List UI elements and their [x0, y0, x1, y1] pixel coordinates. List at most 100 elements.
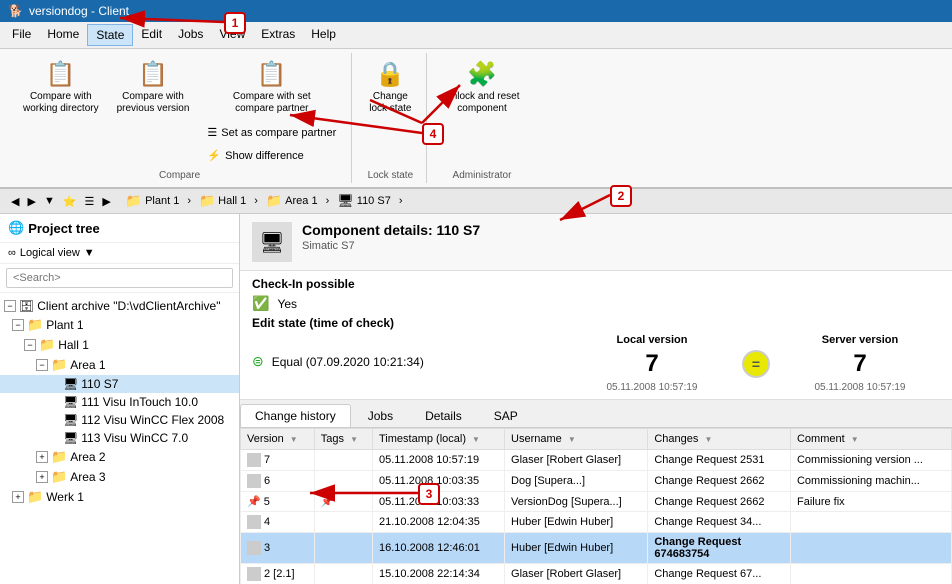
sidebar-item-area1[interactable]: − 📁 Area 1: [0, 355, 239, 375]
cell-tags: 📌: [314, 492, 372, 512]
breadcrumb-plant1-label: Plant 1: [145, 195, 179, 207]
hall1-label: Hall 1: [58, 338, 89, 352]
nav-right[interactable]: ▶: [99, 194, 113, 209]
expand-werk1[interactable]: +: [12, 491, 24, 503]
cell-version: 4: [241, 512, 315, 533]
tab-sap[interactable]: SAP: [479, 404, 533, 427]
component-icon-sidebar-112visu: 🖥: [63, 413, 78, 427]
sidebar-item-plant1[interactable]: − 📁 Plant 1: [0, 315, 239, 335]
compare-previous-icon: 📋: [138, 60, 168, 89]
breadcrumb-end: ›: [399, 195, 403, 207]
sort-tags[interactable]: ▼: [350, 435, 358, 444]
set-compare-partner-button[interactable]: ☰ Set as compare partner: [200, 122, 343, 143]
menu-jobs[interactable]: Jobs: [170, 24, 211, 46]
annotation-1: 1: [224, 12, 246, 34]
sort-comment[interactable]: ▼: [851, 435, 859, 444]
sidebar: 🌐 Project tree ∞ Logical view ▼ − 🗄 Clie…: [0, 214, 240, 584]
table-row[interactable]: 705.11.2008 10:57:19Glaser [Robert Glase…: [241, 450, 952, 471]
menu-edit[interactable]: Edit: [133, 24, 170, 46]
lockstate-group-label: Lock state: [368, 168, 414, 181]
table-body: 705.11.2008 10:57:19Glaser [Robert Glase…: [241, 450, 952, 584]
show-difference-button[interactable]: ⚡ Show difference: [200, 145, 343, 166]
expand-area2[interactable]: +: [36, 451, 48, 463]
search-input[interactable]: [6, 268, 233, 288]
equal-sign-icon: =: [742, 350, 770, 378]
menu-extras[interactable]: Extras: [253, 24, 303, 46]
component-icon-sidebar-110s7: 🖥: [63, 377, 78, 391]
unlock-reset-button[interactable]: 🧩 Unlock and resetcomponent: [437, 55, 526, 120]
view-label: Logical view: [20, 247, 80, 259]
equal-icon-block: =: [732, 350, 780, 378]
sidebar-view-selector[interactable]: ∞ Logical view ▼: [0, 243, 239, 264]
nav-star[interactable]: ⭐: [60, 194, 80, 209]
breadcrumb-plant1[interactable]: 📁 Plant 1: [122, 192, 183, 210]
sidebar-item-area2[interactable]: + 📁 Area 2: [0, 447, 239, 467]
tab-details[interactable]: Details: [410, 404, 477, 427]
sidebar-item-archive[interactable]: − 🗄 Client archive "D:\vdClientArchive": [0, 297, 239, 315]
table-row[interactable]: 605.11.2008 10:03:35Dog [Supera...]Chang…: [241, 471, 952, 492]
table-row[interactable]: 316.10.2008 12:46:01Huber [Edwin Huber]C…: [241, 533, 952, 564]
expand-archive[interactable]: −: [4, 300, 16, 312]
sort-version[interactable]: ▼: [290, 435, 298, 444]
nav-list[interactable]: ☰: [82, 194, 98, 209]
sidebar-item-110s7[interactable]: 🖥 110 S7: [0, 375, 239, 393]
nav-dropdown[interactable]: ▼: [41, 194, 58, 208]
menu-help[interactable]: Help: [303, 24, 344, 46]
nav-back[interactable]: ◀: [8, 194, 22, 209]
cell-username: Glaser [Robert Glaser]: [505, 450, 648, 471]
server-version-label: Server version: [780, 334, 940, 346]
menu-home[interactable]: Home: [39, 24, 87, 46]
tab-change-history[interactable]: Change history: [240, 404, 351, 427]
title-text: versiondog - Client: [29, 4, 129, 18]
ribbon-group-lockstate: 🔒 Changelock state Lock state: [354, 53, 427, 183]
nav-forward[interactable]: ▶: [24, 194, 38, 209]
cell-changes: Change Request 2662: [648, 492, 791, 512]
sidebar-item-111visu[interactable]: 🖥 111 Visu InTouch 10.0: [0, 393, 239, 411]
area2-label: Area 2: [70, 450, 105, 464]
col-version: Version ▼: [241, 429, 315, 450]
component-title: Component details: 110 S7: [302, 222, 940, 238]
editstate-value-col: ⊜ Equal (07.09.2020 10:21:34): [252, 353, 572, 374]
change-lock-button[interactable]: 🔒 Changelock state: [362, 55, 418, 120]
server-version-date: 05.11.2008 10:57:19: [780, 382, 940, 393]
compare-working-button[interactable]: 📋 Compare withworking directory: [16, 55, 106, 120]
archive-icon: 🗄: [19, 299, 34, 313]
cell-changes: Change Request 2531: [648, 450, 791, 471]
sidebar-item-hall1[interactable]: − 📁 Hall 1: [0, 335, 239, 355]
menu-state[interactable]: State: [87, 24, 133, 46]
cell-tags: [314, 471, 372, 492]
sort-username[interactable]: ▼: [568, 435, 576, 444]
sidebar-item-werk1[interactable]: + 📁 Werk 1: [0, 487, 239, 507]
sort-timestamp[interactable]: ▼: [472, 435, 480, 444]
sidebar-item-112visu[interactable]: 🖥 112 Visu WinCC Flex 2008: [0, 411, 239, 429]
tab-jobs[interactable]: Jobs: [353, 404, 408, 427]
breadcrumb-hall1[interactable]: 📁 Hall 1: [195, 192, 250, 210]
breadcrumb-area1[interactable]: 📁 Area 1: [262, 192, 322, 210]
expand-area1[interactable]: −: [36, 359, 48, 371]
table-row[interactable]: 2 [2.1]15.10.2008 22:14:34Glaser [Robert…: [241, 564, 952, 584]
expand-plant1[interactable]: −: [12, 319, 24, 331]
editstate-label: Edit state (time of check): [252, 316, 394, 330]
ribbon-group-compare: 📋 Compare withworking directory 📋 Compar…: [8, 53, 352, 183]
check-icon: ✅: [252, 295, 269, 312]
werk1-label: Werk 1: [46, 490, 84, 504]
table-row[interactable]: 421.10.2008 12:04:35Huber [Edwin Huber]C…: [241, 512, 952, 533]
cell-comment: Failure fix: [790, 492, 951, 512]
compare-group-label: Compare: [159, 168, 200, 181]
compare-previous-button[interactable]: 📋 Compare withprevious version: [110, 55, 197, 120]
menu-file[interactable]: File: [4, 24, 39, 46]
table-row[interactable]: 📌 5📌05.11.2008 10:03:33VersionDog [Super…: [241, 492, 952, 512]
compare-set-button[interactable]: 📋 Compare with setcompare partner: [200, 55, 343, 120]
change-lock-label: Changelock state: [369, 91, 411, 115]
folder-icon-plant1: 📁: [126, 193, 142, 209]
breadcrumb-110s7[interactable]: 🖥 110 S7: [333, 192, 395, 210]
expand-hall1[interactable]: −: [24, 339, 36, 351]
sidebar-item-113visu[interactable]: 🖥 113 Visu WinCC 7.0: [0, 429, 239, 447]
expand-area3[interactable]: +: [36, 471, 48, 483]
local-version-number: 7: [572, 350, 732, 378]
sidebar-item-area3[interactable]: + 📁 Area 3: [0, 467, 239, 487]
view-dropdown-icon: ▼: [84, 247, 95, 259]
archive-label: Client archive "D:\vdClientArchive": [37, 299, 220, 313]
sort-changes[interactable]: ▼: [704, 435, 712, 444]
server-version-number: 7: [780, 350, 940, 378]
